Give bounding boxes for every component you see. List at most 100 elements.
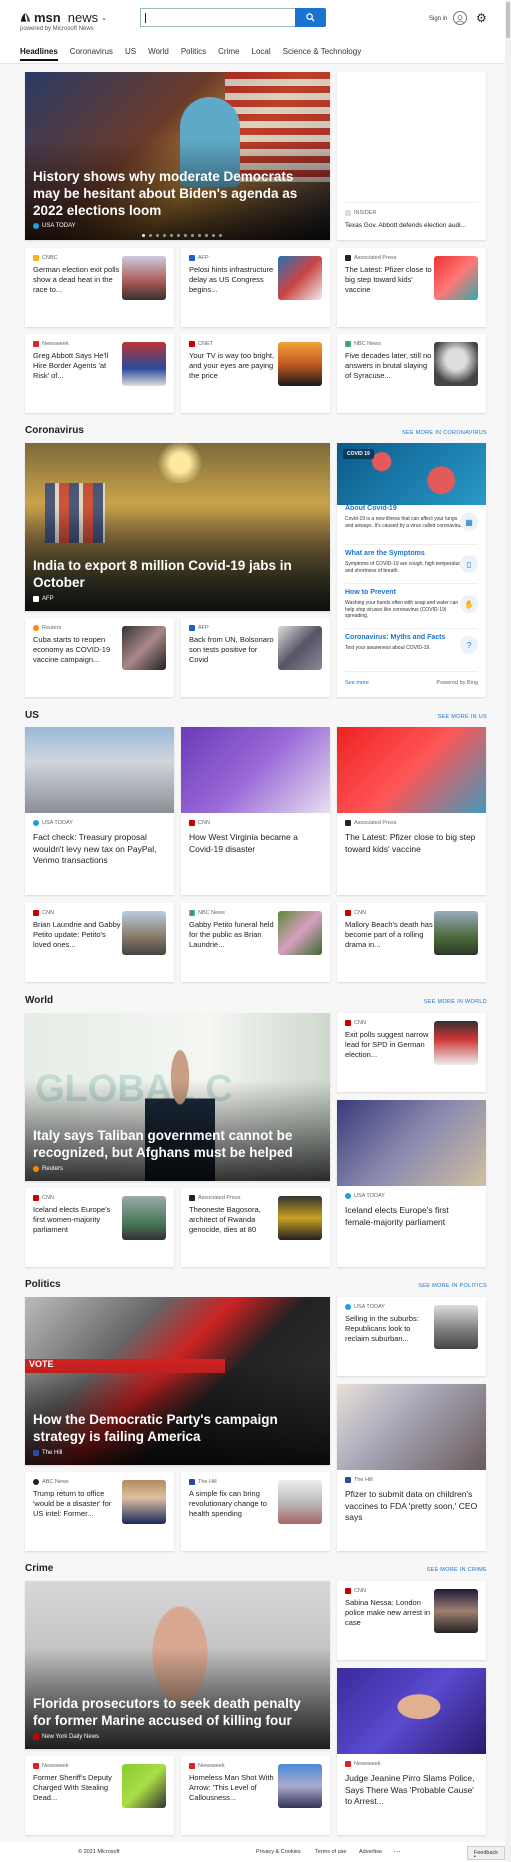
news-card[interactable]: AFP Pelosi hints infrastructure delay as… [181, 248, 330, 327]
card-headline[interactable]: Gabby Petito funeral held for the public… [189, 920, 277, 950]
tab-world[interactable]: World [148, 47, 169, 61]
news-card[interactable]: ABC News Trump return to office 'would b… [25, 1472, 174, 1551]
avatar-icon[interactable] [453, 11, 467, 25]
see-more-world-link[interactable]: SEE MORE IN WORLD [424, 999, 487, 1005]
card-headline[interactable]: Judge Jeanine Pirro Slams Police, Says T… [345, 1773, 478, 1808]
see-more-crime-link[interactable]: SEE MORE IN CRIME [427, 1567, 487, 1573]
scrollbar-thumb[interactable] [506, 2, 510, 38]
news-card[interactable]: Newsweek Former Sheriff's Deputy Charged… [25, 1756, 174, 1835]
news-card[interactable]: CNBC German election exit polls show a d… [25, 248, 174, 327]
news-card[interactable]: Associated Press Theoneste Bagosora, arc… [181, 1188, 330, 1267]
covid-about-link[interactable]: About Covid-19 [345, 505, 397, 512]
tab-us[interactable]: US [125, 47, 136, 61]
news-card[interactable]: AFP Back from UN, Bolsonaro son tests po… [181, 618, 330, 697]
carousel-dots[interactable] [142, 234, 222, 237]
see-more-us-link[interactable]: SEE MORE IN US [438, 714, 487, 720]
carousel-dot[interactable] [163, 234, 166, 237]
card-headline[interactable]: A simple fix can bring revolutionary cha… [189, 1489, 277, 1519]
carousel-dot[interactable] [212, 234, 215, 237]
search-input[interactable] [140, 8, 295, 27]
hero-headline[interactable]: Florida prosecutors to seek death penalt… [33, 1695, 322, 1729]
card-headline[interactable]: Texas Gov. Abbott defends election audi.… [345, 222, 480, 229]
card-headline[interactable]: Cuba starts to reopen economy as COVID-1… [33, 635, 121, 665]
carousel-dot[interactable] [184, 234, 187, 237]
news-card[interactable]: NBC News Five decades later, still no an… [337, 334, 486, 413]
carousel-dot[interactable] [198, 234, 201, 237]
card-headline[interactable]: The Latest: Pfizer close to big step tow… [345, 832, 478, 855]
card-headline[interactable]: Five decades later, still no answers in … [345, 351, 433, 381]
card-headline[interactable]: Iceland elects Europe's first women-majo… [33, 1205, 121, 1235]
news-card-large[interactable]: USA TODAY Iceland elects Europe's first … [337, 1100, 486, 1267]
tab-local[interactable]: Local [252, 47, 271, 61]
news-card-large[interactable]: The Hill Pfizer to submit data on childr… [337, 1384, 486, 1551]
news-card[interactable]: The Hill A simple fix can bring revoluti… [181, 1472, 330, 1551]
covid-myths-link[interactable]: Coronavirus: Myths and Facts [345, 634, 445, 641]
gear-icon[interactable]: ⚙ [476, 12, 487, 24]
card-headline[interactable]: The Latest: Pfizer close to big step tow… [345, 265, 433, 295]
carousel-dot[interactable] [177, 234, 180, 237]
news-card[interactable]: CNN Iceland elects Europe's first women-… [25, 1188, 174, 1267]
hero-headline[interactable]: Italy says Taliban government cannot be … [33, 1127, 322, 1161]
card-headline[interactable]: Exit polls suggest narrow lead for SPD i… [345, 1030, 433, 1060]
chevron-down-icon[interactable]: ⌄ [101, 14, 107, 22]
card-headline[interactable]: Back from UN, Bolsonaro son tests positi… [189, 635, 277, 665]
msn-logo[interactable]: msn news ⌄ [20, 10, 107, 25]
news-card-large[interactable]: Associated Press The Latest: Pfizer clos… [337, 727, 486, 895]
news-card[interactable]: CNN Brian Laundrie and Gabby Petito upda… [25, 903, 174, 982]
news-card[interactable]: Newsweek Greg Abbott Says He'll Hire Bor… [25, 334, 174, 413]
news-card[interactable]: Newsweek Homeless Man Shot With Arrow: '… [181, 1756, 330, 1835]
card-headline[interactable]: Your TV is way too bright, and your eyes… [189, 351, 277, 381]
news-card[interactable]: Reuters Cuba starts to reopen economy as… [25, 618, 174, 697]
card-headline[interactable]: Iceland elects Europe's first female-maj… [345, 1205, 478, 1228]
coronavirus-hero-card[interactable]: India to export 8 million Covid-19 jabs … [25, 443, 330, 611]
see-more-politics-link[interactable]: SEE MORE IN POLITICS [418, 1283, 487, 1289]
card-headline[interactable]: Theoneste Bagosora, architect of Rwanda … [189, 1205, 277, 1235]
news-card-large[interactable]: Newsweek Judge Jeanine Pirro Slams Polic… [337, 1668, 486, 1835]
hero-headline[interactable]: History shows why moderate Democrats may… [33, 168, 322, 219]
news-card[interactable]: NBC News Gabby Petito funeral held for t… [181, 903, 330, 982]
carousel-dot[interactable] [156, 234, 159, 237]
carousel-dot[interactable] [219, 234, 222, 237]
world-hero-card[interactable]: GLOBAL C Italy says Taliban government c… [25, 1013, 330, 1181]
news-card[interactable]: Associated Press The Latest: Pfizer clos… [337, 248, 486, 327]
feedback-button[interactable]: ▪ Feedback [466, 1846, 505, 1860]
news-card[interactable]: CNN Sabina Nessa: London police make new… [337, 1581, 486, 1660]
covid-symptoms-link[interactable]: What are the Symptoms [345, 550, 425, 557]
news-card[interactable]: CNN Exit polls suggest narrow lead for S… [337, 1013, 486, 1092]
carousel-dot[interactable] [149, 234, 152, 237]
card-headline[interactable]: Pfizer to submit data on children's vacc… [345, 1489, 478, 1524]
page-scrollbar[interactable] [505, 0, 511, 1862]
card-headline[interactable]: Trump return to office 'would be a disas… [33, 1489, 121, 1519]
tab-politics[interactable]: Politics [181, 47, 206, 61]
tab-crime[interactable]: Crime [218, 47, 239, 61]
card-headline[interactable]: German election exit polls show a dead h… [33, 265, 121, 295]
top-side-card[interactable]: INSIDER Texas Gov. Abbott defends electi… [337, 72, 486, 240]
card-headline[interactable]: Selling in the suburbs: Republicans look… [345, 1314, 433, 1344]
carousel-dot[interactable] [142, 234, 145, 237]
card-headline[interactable]: Homeless Man Shot With Arrow: 'This Leve… [189, 1773, 277, 1803]
carousel-dot[interactable] [170, 234, 173, 237]
carousel-dot[interactable] [205, 234, 208, 237]
crime-hero-card[interactable]: Florida prosecutors to seek death penalt… [25, 1581, 330, 1749]
tab-headlines[interactable]: Headlines [20, 47, 58, 61]
tab-coronavirus[interactable]: Coronavirus [70, 47, 113, 61]
top-hero-card[interactable]: History shows why moderate Democrats may… [25, 72, 330, 240]
card-headline[interactable]: Sabina Nessa: London police make new arr… [345, 1598, 433, 1628]
news-card-large[interactable]: CNN How West Virginia became a Covid-19 … [181, 727, 330, 895]
card-headline[interactable]: Mallory Beach's death has become part of… [345, 920, 433, 950]
more-menu-icon[interactable]: ··· [393, 1847, 401, 1856]
advertise-link[interactable]: Advertise [359, 1849, 382, 1855]
terms-link[interactable]: Terms of use [315, 1849, 346, 1855]
news-card-large[interactable]: USA TODAY Fact check: Treasury proposal … [25, 727, 174, 895]
signin-link[interactable]: Sign in [429, 16, 447, 22]
carousel-dot[interactable] [191, 234, 194, 237]
card-headline[interactable]: Brian Laundrie and Gabby Petito update: … [33, 920, 121, 950]
card-headline[interactable]: Greg Abbott Says He'll Hire Border Agent… [33, 351, 121, 381]
hero-headline[interactable]: India to export 8 million Covid-19 jabs … [33, 557, 322, 591]
card-headline[interactable]: Former Sheriff's Deputy Charged With Ste… [33, 1773, 121, 1803]
covid-prevent-link[interactable]: How to Prevent [345, 589, 396, 596]
see-more-coronavirus-link[interactable]: SEE MORE IN CORONAVIRUS [402, 430, 487, 436]
news-card[interactable]: USA TODAY Selling in the suburbs: Republ… [337, 1297, 486, 1376]
search-button[interactable] [295, 8, 326, 27]
news-card[interactable]: CNET Your TV is way too bright, and your… [181, 334, 330, 413]
